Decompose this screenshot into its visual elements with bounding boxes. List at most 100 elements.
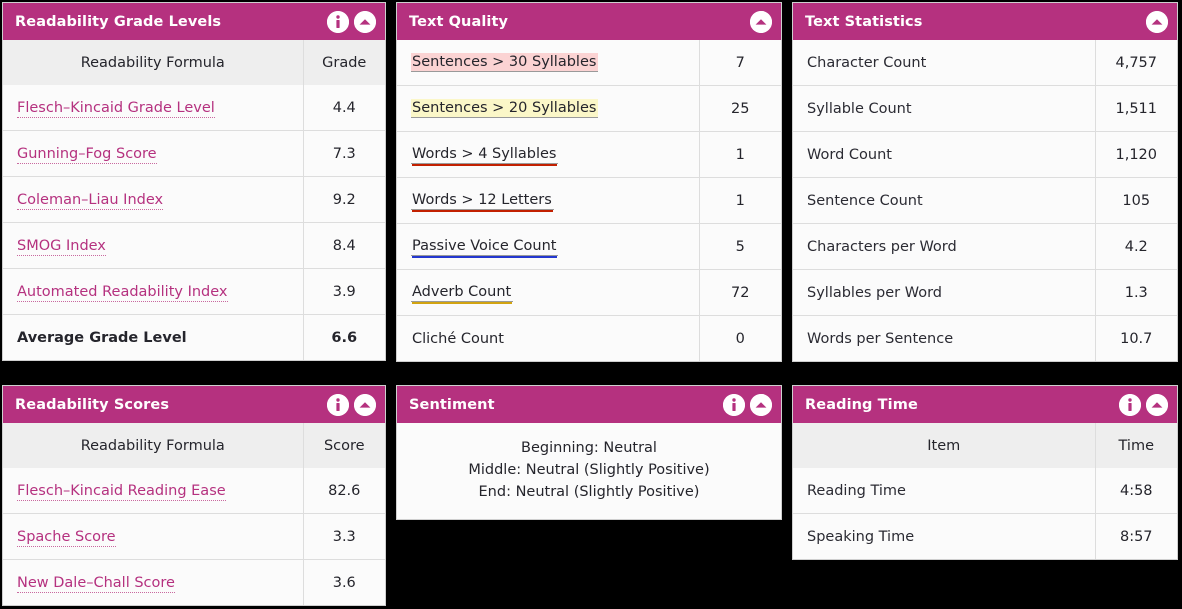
link-spache-score[interactable]: Spache Score	[17, 528, 116, 547]
panel-header: Text Quality	[397, 3, 781, 40]
table-row: Words > 4 Syllables 1	[397, 131, 781, 178]
value-syllable-count: 1,511	[1095, 85, 1177, 132]
table-row: Reading Time 4:58	[793, 468, 1177, 514]
panel-header: Readability Grade Levels	[3, 3, 385, 40]
label-words-per-sentence: Words per Sentence	[793, 315, 1096, 361]
panel-title: Reading Time	[805, 396, 918, 413]
panel-header-icons	[1119, 393, 1168, 416]
table-row: Words per Sentence 10.7	[793, 315, 1177, 361]
info-icon[interactable]	[327, 393, 349, 416]
label-sentences-over-30-syllables[interactable]: Sentences > 30 Syllables	[411, 53, 599, 72]
column-header-formula: Readability Formula	[3, 423, 304, 468]
value-adverb-count: 72	[699, 269, 781, 316]
panel-header: Reading Time	[793, 386, 1177, 423]
table-row: Words > 12 Letters 1	[397, 177, 781, 224]
value-sentence-count: 105	[1095, 177, 1177, 224]
panel-title: Readability Scores	[15, 396, 170, 413]
table-row: Syllable Count 1,511	[793, 85, 1177, 132]
table-row: Automated Readability Index 3.9	[3, 268, 385, 315]
panel-header: Sentiment	[397, 386, 781, 423]
info-icon[interactable]	[723, 393, 745, 416]
label-passive-voice-count[interactable]: Passive Voice Count	[411, 237, 559, 256]
panel-readability-grade-levels: Readability Grade Levels Readability For…	[2, 2, 386, 361]
column-header-time: Time	[1095, 423, 1177, 468]
table-row: SMOG Index 8.4	[3, 222, 385, 269]
link-gunning-fog-score[interactable]: Gunning–Fog Score	[17, 145, 157, 164]
table-row: Sentences > 20 Syllables 25	[397, 85, 781, 132]
label-words-over-4-syllables[interactable]: Words > 4 Syllables	[411, 145, 559, 164]
value-smog-index: 8.4	[303, 222, 385, 269]
link-flesch-kincaid-grade-level[interactable]: Flesch–Kincaid Grade Level	[17, 99, 215, 118]
label-characters-per-word: Characters per Word	[793, 223, 1096, 270]
panel-readability-scores: Readability Scores Readability Formula S…	[2, 385, 386, 606]
table-row: Adverb Count 72	[397, 269, 781, 316]
value-coleman-liau-index: 9.2	[303, 176, 385, 223]
table-header-row: Readability Formula Score	[3, 423, 385, 468]
table-row: Gunning–Fog Score 7.3	[3, 130, 385, 177]
panel-header-icons	[750, 10, 772, 33]
chevron-up-icon[interactable]	[354, 10, 376, 33]
link-smog-index[interactable]: SMOG Index	[17, 237, 106, 256]
label-words-over-12-letters[interactable]: Words > 12 Letters	[411, 191, 554, 210]
value-average-grade-level: 6.6	[303, 314, 385, 360]
value-cliche-count: 0	[699, 315, 781, 361]
link-flesch-kincaid-reading-ease[interactable]: Flesch–Kincaid Reading Ease	[17, 482, 226, 501]
info-icon[interactable]	[1119, 393, 1141, 416]
table-row: Speaking Time 8:57	[793, 513, 1177, 559]
column-header-grade: Grade	[303, 40, 385, 85]
panel-text-quality: Text Quality Sentences > 30 Syllables 7 …	[396, 2, 782, 362]
label-sentences-over-20-syllables[interactable]: Sentences > 20 Syllables	[411, 99, 599, 118]
value-words-per-sentence: 10.7	[1095, 315, 1177, 361]
link-automated-readability-index[interactable]: Automated Readability Index	[17, 283, 228, 302]
table-row: Characters per Word 4.2	[793, 223, 1177, 270]
chevron-up-icon[interactable]	[1146, 393, 1168, 416]
readability-scores-table: Readability Formula Score Flesch–Kincaid…	[3, 423, 385, 605]
value-characters-per-word: 4.2	[1095, 223, 1177, 270]
link-coleman-liau-index[interactable]: Coleman–Liau Index	[17, 191, 164, 210]
label-syllables-per-word: Syllables per Word	[793, 269, 1096, 316]
value-reading-time: 4:58	[1095, 468, 1177, 514]
text-statistics-table: Character Count 4,757 Syllable Count 1,5…	[793, 40, 1177, 361]
chevron-up-icon[interactable]	[750, 10, 772, 33]
chevron-up-icon[interactable]	[354, 393, 376, 416]
panel-title: Text Quality	[409, 13, 509, 30]
value-spache-score: 3.3	[303, 513, 385, 560]
column-header-item: Item	[793, 423, 1096, 468]
sentiment-beginning: Beginning: Neutral	[521, 440, 657, 456]
analysis-dashboard: Readability Grade Levels Readability For…	[0, 0, 1182, 609]
panel-header-icons	[1146, 10, 1168, 33]
label-adverb-count[interactable]: Adverb Count	[411, 283, 514, 302]
sentiment-middle: Middle: Neutral (Slightly Positive)	[468, 462, 710, 479]
value-passive-voice-count: 5	[699, 223, 781, 270]
panel-title: Sentiment	[409, 396, 495, 413]
chevron-up-icon[interactable]	[1146, 10, 1168, 33]
table-row: Sentences > 30 Syllables 7	[397, 40, 781, 86]
label-reading-time: Reading Time	[793, 468, 1096, 514]
panel-header: Text Statistics	[793, 3, 1177, 40]
column-header-score: Score	[303, 423, 385, 468]
table-row: Spache Score 3.3	[3, 513, 385, 560]
label-word-count: Word Count	[793, 131, 1096, 178]
value-speaking-time: 8:57	[1095, 513, 1177, 559]
panel-header-icons	[327, 393, 376, 416]
label-cliche-count: Cliché Count	[412, 330, 504, 347]
table-row: Flesch–Kincaid Reading Ease 82.6	[3, 468, 385, 514]
value-flesch-kincaid-grade-level: 4.4	[303, 85, 385, 131]
link-new-dale-chall-score[interactable]: New Dale–Chall Score	[17, 574, 175, 593]
label-speaking-time: Speaking Time	[793, 513, 1096, 559]
info-icon[interactable]	[327, 10, 349, 33]
panel-text-statistics: Text Statistics Character Count 4,757 Sy…	[792, 2, 1178, 362]
panel-header-icons	[327, 10, 376, 33]
table-row: Word Count 1,120	[793, 131, 1177, 178]
label-syllable-count: Syllable Count	[793, 85, 1096, 132]
panel-title: Readability Grade Levels	[15, 13, 222, 30]
panel-header: Readability Scores	[3, 386, 385, 423]
value-sentences-over-20-syllables: 25	[699, 85, 781, 132]
table-row: Coleman–Liau Index 9.2	[3, 176, 385, 223]
chevron-up-icon[interactable]	[750, 393, 772, 416]
value-flesch-kincaid-reading-ease: 82.6	[303, 468, 385, 514]
value-word-count: 1,120	[1095, 131, 1177, 178]
value-gunning-fog-score: 7.3	[303, 130, 385, 177]
column-header-formula: Readability Formula	[3, 40, 304, 85]
panel-header-icons	[723, 393, 772, 416]
